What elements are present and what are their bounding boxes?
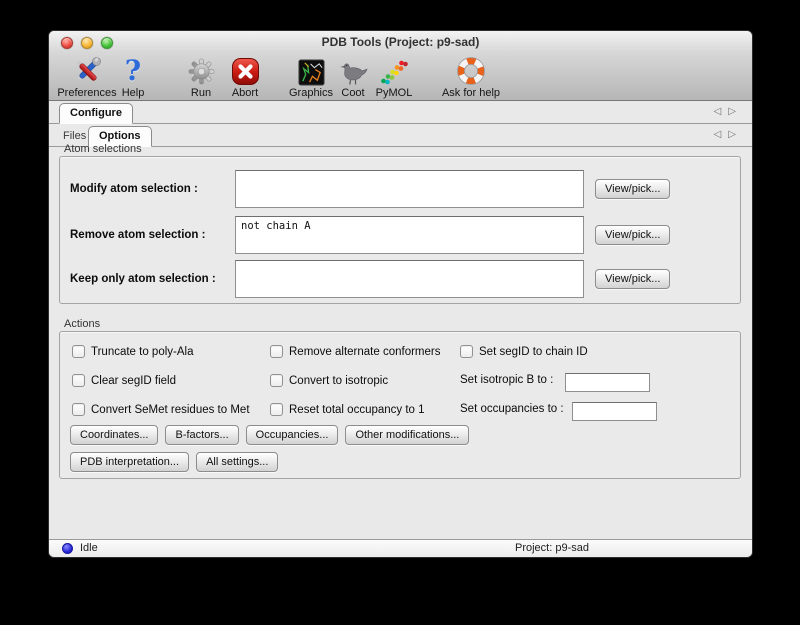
keep-only-selection-label: Keep only atom selection :	[70, 273, 216, 285]
status-bar: Idle Project: p9-sad	[49, 539, 752, 557]
actions-buttons-row-1: Coordinates... B-factors... Occupancies.…	[70, 425, 469, 445]
pdb-interpretation-button[interactable]: PDB interpretation...	[70, 452, 189, 472]
checkbox-label: Clear segID field	[91, 375, 176, 387]
project-label: Project: p9-sad	[515, 542, 589, 554]
remove-selection-label: Remove atom selection :	[70, 229, 205, 241]
checkbox-label: Convert SeMet residues to Met	[91, 404, 250, 416]
checkbox-icon[interactable]	[72, 374, 85, 387]
checkbox-truncate-poly-ala[interactable]: Truncate to poly-Ala	[72, 345, 193, 358]
toolbar-item-ask-for-help[interactable]: Ask for help	[427, 53, 515, 99]
checkbox-clear-segid-field[interactable]: Clear segID field	[72, 374, 176, 387]
checkbox-label: Remove alternate conformers	[289, 346, 440, 358]
actions-row: Convert SeMet residues to Met Reset tota…	[60, 403, 740, 421]
keep-only-selection-input[interactable]	[235, 260, 584, 298]
selection-row: Remove atom selection : not chain A View…	[60, 216, 740, 254]
toolbar-item-label: Ask for help	[427, 87, 515, 99]
set-occupancies-label: Set occupancies to :	[460, 403, 564, 415]
checkbox-icon[interactable]	[72, 403, 85, 416]
view-pick-button[interactable]: View/pick...	[595, 179, 670, 199]
view-pick-button[interactable]: View/pick...	[595, 225, 670, 245]
checkbox-label: Truncate to poly-Ala	[91, 346, 193, 358]
actions-row: Truncate to poly-Ala Remove alternate co…	[60, 345, 740, 363]
checkbox-set-segid-to-chain-id[interactable]: Set segID to chain ID	[460, 345, 588, 358]
checkbox-icon[interactable]	[72, 345, 85, 358]
toolbar-item-label: PyMOL	[350, 87, 438, 99]
tab-files[interactable]: Files	[63, 130, 86, 142]
status-text: Idle	[80, 542, 98, 554]
tab-bar-inner: Files Options ◁▷	[49, 125, 752, 147]
checkbox-convert-semet-to-met[interactable]: Convert SeMet residues to Met	[72, 403, 250, 416]
set-isotropic-b-label: Set isotropic B to :	[460, 374, 553, 386]
actions-row: Clear segID field Convert to isotropic S…	[60, 374, 740, 392]
pymol-rainbow-icon	[350, 53, 438, 86]
actions-legend: Actions	[64, 318, 100, 330]
b-factors-button[interactable]: B-factors...	[165, 425, 238, 445]
remove-selection-input[interactable]: not chain A	[235, 216, 584, 254]
set-occupancies-input[interactable]	[572, 402, 657, 421]
selection-row: Keep only atom selection : View/pick...	[60, 260, 740, 298]
checkbox-label: Convert to isotropic	[289, 375, 388, 387]
checkbox-reset-total-occupancy[interactable]: Reset total occupancy to 1	[270, 403, 425, 416]
tab-bar-outer: Configure ◁▷	[49, 102, 752, 124]
atom-selections-group: Modify atom selection : View/pick... Rem…	[59, 156, 741, 304]
tab-scroll-arrows[interactable]: ◁▷	[714, 106, 743, 117]
checkbox-label: Set segID to chain ID	[479, 346, 588, 358]
coordinates-button[interactable]: Coordinates...	[70, 425, 158, 445]
selection-row: Modify atom selection : View/pick...	[60, 170, 740, 208]
app-window: PDB Tools (Project: p9-sad)	[48, 30, 753, 558]
window-chrome: PDB Tools (Project: p9-sad)	[49, 31, 752, 101]
checkbox-convert-to-isotropic[interactable]: Convert to isotropic	[270, 374, 388, 387]
checkbox-icon[interactable]	[270, 403, 283, 416]
set-isotropic-b-input[interactable]	[565, 373, 650, 392]
toolbar-item-pymol[interactable]: PyMOL	[350, 53, 438, 99]
modify-selection-input[interactable]	[235, 170, 584, 208]
checkbox-label: Reset total occupancy to 1	[289, 404, 425, 416]
other-modifications-button[interactable]: Other modifications...	[345, 425, 469, 445]
view-pick-button[interactable]: View/pick...	[595, 269, 670, 289]
modify-selection-label: Modify atom selection :	[70, 183, 198, 195]
window-title: PDB Tools (Project: p9-sad)	[49, 35, 752, 49]
atom-selections-legend: Atom selections	[64, 143, 142, 155]
actions-group: Truncate to poly-Ala Remove alternate co…	[59, 331, 741, 479]
checkbox-remove-alternate-conformers[interactable]: Remove alternate conformers	[270, 345, 440, 358]
all-settings-button[interactable]: All settings...	[196, 452, 278, 472]
tab-scroll-arrows[interactable]: ◁▷	[714, 129, 743, 140]
status-indicator-icon	[62, 543, 73, 554]
tab-configure[interactable]: Configure	[59, 103, 133, 124]
occupancies-button[interactable]: Occupancies...	[246, 425, 339, 445]
lifebuoy-icon	[427, 53, 515, 86]
checkbox-icon[interactable]	[460, 345, 473, 358]
actions-buttons-row-2: PDB interpretation... All settings...	[70, 452, 278, 472]
checkbox-icon[interactable]	[270, 374, 283, 387]
checkbox-icon[interactable]	[270, 345, 283, 358]
